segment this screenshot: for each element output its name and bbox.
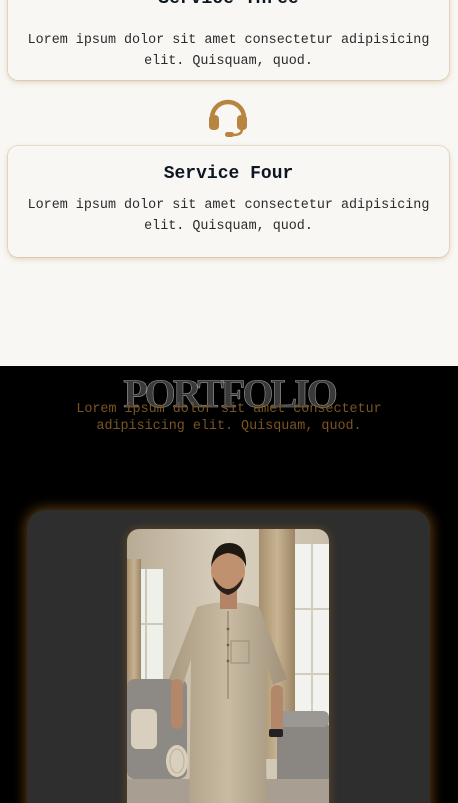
headset-icon <box>207 97 249 139</box>
service-card-title: Service Four <box>163 164 294 184</box>
service-card-text: Lorem ipsum dolor sit amet consectetur a… <box>27 198 430 234</box>
services-section: Service Three Lorem ipsum dolor sit amet… <box>0 0 458 366</box>
service-card-title: Service Three <box>8 0 449 10</box>
service-card-three: Service Three Lorem ipsum dolor sit amet… <box>8 0 449 80</box>
service-card-four: Service Four Lorem ipsum dolor sit amet … <box>8 146 449 257</box>
portfolio-subtitle: Lorem ipsum dolor sit amet consectetur a… <box>76 402 382 434</box>
portfolio-section: PORTFOLIO Lorem ipsum dolor sit amet con… <box>0 366 458 803</box>
service-card-text: Lorem ipsum dolor sit amet consectetur a… <box>27 33 430 69</box>
portfolio-gallery-card[interactable] <box>27 510 430 803</box>
portfolio-photo[interactable] <box>127 529 329 803</box>
